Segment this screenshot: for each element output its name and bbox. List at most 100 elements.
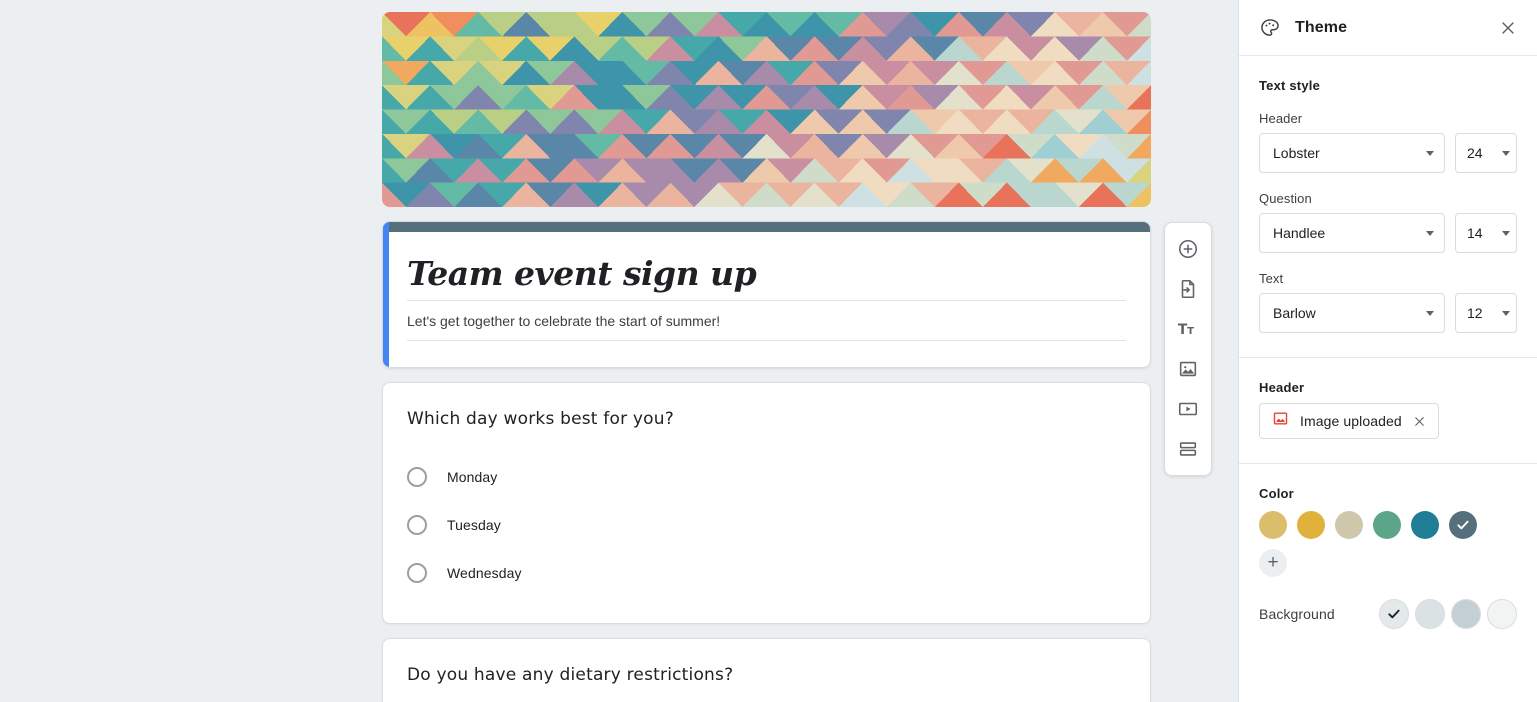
close-icon (1502, 21, 1514, 34)
form-title[interactable]: Team event sign up (407, 254, 1126, 301)
header-size-value: 24 (1467, 145, 1483, 161)
header-section-title: Header (1259, 380, 1305, 395)
form-title-card[interactable]: Team event sign up Let's get together to… (382, 221, 1151, 368)
question-font-row: Handlee 14 (1259, 213, 1517, 253)
image-uploaded-chip[interactable]: Image uploaded (1259, 403, 1439, 439)
color-swatch-row (1259, 511, 1517, 539)
chevron-down-icon (1426, 310, 1434, 316)
text-font-label: Text (1259, 271, 1284, 286)
chevron-down-icon (1502, 310, 1510, 316)
check-icon (1388, 609, 1400, 619)
check-icon (1457, 520, 1469, 530)
radio-icon[interactable] (407, 563, 427, 583)
header-banner-image[interactable] (382, 12, 1151, 207)
chevron-down-icon (1426, 150, 1434, 156)
plus-icon: + (1267, 551, 1279, 573)
color-section-title: Color (1259, 486, 1294, 501)
theme-panel-title: Theme (1295, 18, 1348, 36)
text-font-select[interactable]: Barlow (1259, 293, 1445, 333)
forms-editor-screen: Team event sign up Let's get together to… (0, 0, 1537, 702)
question-title[interactable]: Which day works best for you? (407, 407, 1126, 431)
theme-panel: Theme Text style Header Lobster 24 Quest… (1238, 0, 1537, 702)
text-size-select[interactable]: 12 (1455, 293, 1517, 333)
form-column: Team event sign up Let's get together to… (382, 12, 1151, 702)
option-row[interactable]: Wednesday (407, 549, 1126, 597)
background-swatch-3[interactable] (1487, 599, 1517, 629)
question-font-label: Question (1259, 191, 1312, 206)
add-circle-icon (1178, 239, 1198, 259)
import-questions-button[interactable] (1168, 269, 1208, 309)
header-size-select[interactable]: 24 (1455, 133, 1517, 173)
section-divider (1239, 357, 1537, 358)
question-size-select[interactable]: 14 (1455, 213, 1517, 253)
banner-mosaic-pattern (382, 12, 1151, 207)
option-list: Monday Tuesday Wednesday (407, 453, 1126, 597)
header-font-row: Lobster 24 (1259, 133, 1517, 173)
background-row: Background (1259, 599, 1517, 649)
text-style-section: Text style Header Lobster 24 Question Ha… (1239, 78, 1537, 333)
add-title-button[interactable]: T T (1168, 309, 1208, 349)
question-font-select[interactable]: Handlee (1259, 213, 1445, 253)
add-title-icon: T T (1178, 322, 1194, 338)
close-theme-panel-button[interactable] (1495, 15, 1521, 41)
image-uploaded-label: Image uploaded (1300, 413, 1402, 429)
svg-text:T: T (1187, 326, 1194, 337)
background-swatch-2[interactable] (1451, 599, 1481, 629)
background-swatch-row (1379, 599, 1517, 629)
option-label[interactable]: Wednesday (447, 565, 522, 581)
option-row[interactable]: Tuesday (407, 501, 1126, 549)
form-canvas: Team event sign up Let's get together to… (0, 0, 1238, 702)
theme-panel-header: Theme (1239, 0, 1537, 56)
form-side-toolbar: T T (1164, 222, 1212, 476)
color-swatch-5[interactable] (1449, 511, 1477, 539)
color-section: Color + Background (1239, 486, 1537, 649)
chevron-down-icon (1426, 230, 1434, 236)
section-divider (1239, 463, 1537, 464)
add-image-icon (1179, 361, 1197, 377)
chevron-down-icon (1502, 230, 1510, 236)
option-row[interactable]: Monday (407, 453, 1126, 501)
add-question-button[interactable] (1168, 229, 1208, 269)
color-swatch-4[interactable] (1411, 511, 1439, 539)
option-label[interactable]: Tuesday (447, 517, 501, 533)
close-icon (1415, 416, 1424, 426)
radio-icon[interactable] (407, 467, 427, 487)
add-image-button[interactable] (1168, 349, 1208, 389)
color-swatch-1[interactable] (1297, 511, 1325, 539)
background-swatch-0[interactable] (1379, 599, 1409, 629)
question-font-value: Handlee (1273, 225, 1326, 241)
add-section-icon (1179, 442, 1197, 456)
add-custom-color-button[interactable]: + (1259, 549, 1287, 577)
text-font-value: Barlow (1273, 305, 1316, 321)
import-questions-icon (1181, 279, 1195, 299)
option-label[interactable]: Monday (447, 469, 497, 485)
form-description[interactable]: Let's get together to celebrate the star… (407, 311, 1126, 341)
question-card[interactable]: Which day works best for you? Monday Tue… (382, 382, 1151, 624)
palette-icon (1259, 17, 1281, 39)
question-title[interactable]: Do you have any dietary restrictions? (407, 663, 1126, 687)
selected-indicator-bar (383, 222, 389, 367)
radio-icon[interactable] (407, 515, 427, 535)
add-section-button[interactable] (1168, 429, 1208, 469)
image-icon (1272, 410, 1289, 432)
text-style-section-title: Text style (1259, 78, 1321, 93)
background-label: Background (1259, 606, 1335, 622)
header-font-value: Lobster (1273, 145, 1320, 161)
header-image-section: Header Image uploaded (1239, 380, 1537, 439)
remove-header-image-button[interactable] (1412, 414, 1427, 429)
text-size-value: 12 (1467, 305, 1483, 321)
header-font-label: Header (1259, 111, 1303, 126)
question-size-value: 14 (1467, 225, 1483, 241)
add-video-button[interactable] (1168, 389, 1208, 429)
color-swatch-3[interactable] (1373, 511, 1401, 539)
text-font-row: Barlow 12 (1259, 293, 1517, 333)
header-font-select[interactable]: Lobster (1259, 133, 1445, 173)
background-swatch-1[interactable] (1415, 599, 1445, 629)
color-swatch-0[interactable] (1259, 511, 1287, 539)
color-swatch-2[interactable] (1335, 511, 1363, 539)
custom-color-row: + (1259, 549, 1517, 577)
question-card[interactable]: Do you have any dietary restrictions? Sh… (382, 638, 1151, 702)
add-video-icon (1178, 402, 1198, 416)
chevron-down-icon (1502, 150, 1510, 156)
theme-accent-bar (383, 222, 1150, 232)
